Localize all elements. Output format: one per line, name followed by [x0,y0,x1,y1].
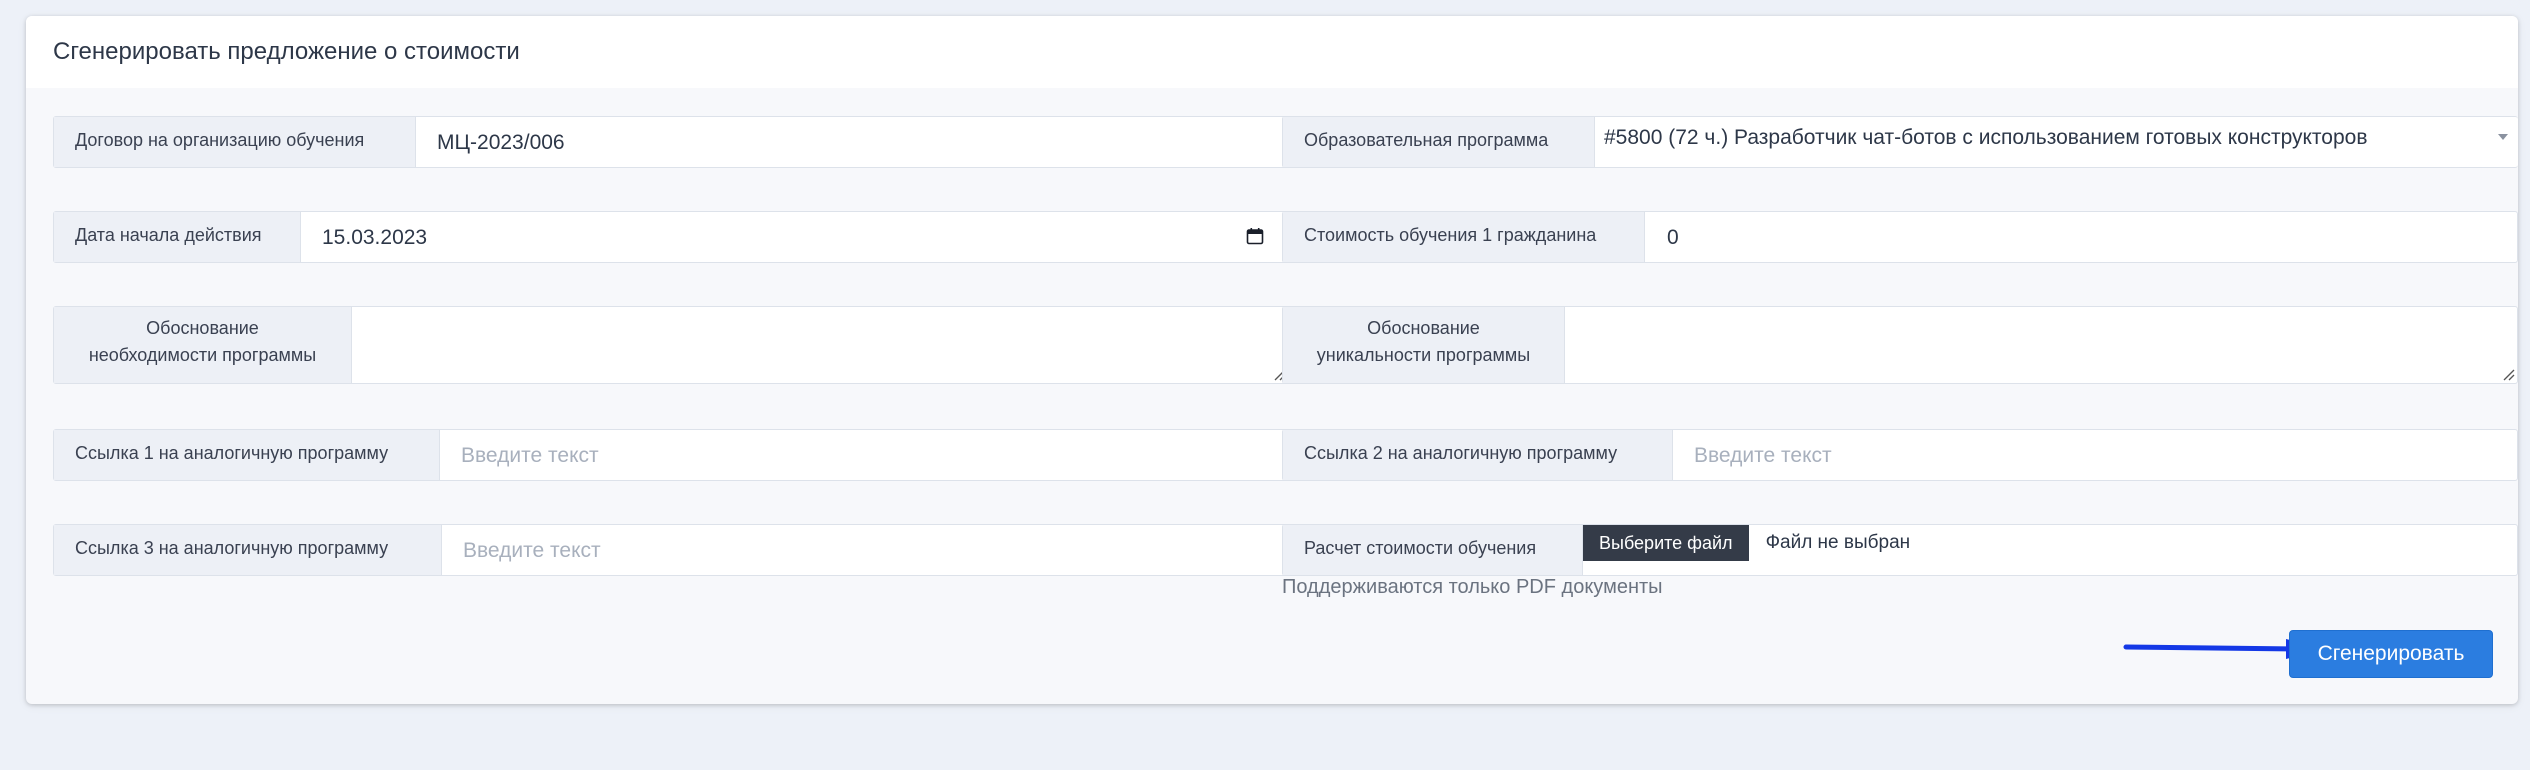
link2-input[interactable]: Введите текст [1673,430,2517,480]
contract-input[interactable]: МЦ-2023/006 [416,117,1288,167]
cost-calc-field: Расчет стоимости обучения Выберите файл … [1282,524,2518,576]
link3-input[interactable]: Введите текст [442,525,1288,575]
cost-calc-file-input[interactable]: Выберите файл Файл не выбран [1583,525,2517,575]
choose-file-button[interactable]: Выберите файл [1583,525,1749,561]
justification-unique-label-line2: уникальности программы [1316,345,1531,365]
program-field: Образовательная программа #5800 (72 ч.) … [1282,116,2518,168]
start-date-input[interactable]: 15.03.2023 [301,212,1288,262]
program-select-value: #5800 (72 ч.) Разработчик чат-ботов с ис… [1604,126,2368,149]
contract-label: Договор на организацию обучения [54,117,416,167]
link3-field: Ссылка 3 на аналогичную программу Введит… [53,524,1289,576]
contract-field: Договор на организацию обучения МЦ-2023/… [53,116,1289,168]
justification-need-label-line2: необходимости программы [88,345,317,365]
link3-label: Ссылка 3 на аналогичную программу [54,525,442,575]
justification-need-label: Обоснование необходимости программы [54,307,352,383]
start-date-label: Дата начала действия [54,212,301,262]
generate-button[interactable]: Сгенерировать [2289,630,2493,678]
link1-label: Ссылка 1 на аналогичную программу [54,430,440,480]
link2-field: Ссылка 2 на аналогичную программу Введит… [1282,429,2518,481]
file-status: Файл не выбран [1765,532,1911,553]
page-title: Сгенерировать предложение о стоимости [53,38,520,65]
file-hint: Поддерживаются только PDF документы [1282,576,1663,598]
link2-label: Ссылка 2 на аналогичную программу [1283,430,1673,480]
justification-need-field: Обоснование необходимости программы [53,306,1289,384]
justification-need-textarea[interactable] [352,307,1288,383]
justification-need-label-line1: Обоснование [146,318,259,338]
dropdown-arrow-icon[interactable] [2498,134,2508,140]
start-date-field: Дата начала действия 15.03.2023 [53,211,1289,263]
program-label: Образовательная программа [1283,117,1595,167]
cost-calc-label: Расчет стоимости обучения [1283,525,1583,575]
link1-input[interactable]: Введите текст [440,430,1288,480]
cost-per-citizen-label: Стоимость обучения 1 гражданина [1283,212,1645,262]
start-date-value: 15.03.2023 [322,226,428,249]
resize-grip-icon[interactable] [2501,367,2515,381]
link1-field: Ссылка 1 на аналогичную программу Введит… [53,429,1289,481]
justification-unique-label: Обоснование уникальности программы [1283,307,1565,383]
program-select[interactable]: #5800 (72 ч.) Разработчик чат-ботов с ис… [1595,117,2518,167]
calendar-icon[interactable] [1246,227,1264,245]
cost-per-citizen-field: Стоимость обучения 1 гражданина 0 [1282,211,2518,263]
justification-unique-label-line1: Обоснование [1367,318,1480,338]
card-header: Сгенерировать предложение о стоимости [26,16,2518,88]
cost-per-citizen-input[interactable]: 0 [1645,212,2517,262]
quote-form-card: Сгенерировать предложение о стоимости До… [26,16,2518,704]
justification-unique-field: Обоснование уникальности программы [1282,306,2518,384]
justification-unique-textarea[interactable] [1565,307,2517,383]
